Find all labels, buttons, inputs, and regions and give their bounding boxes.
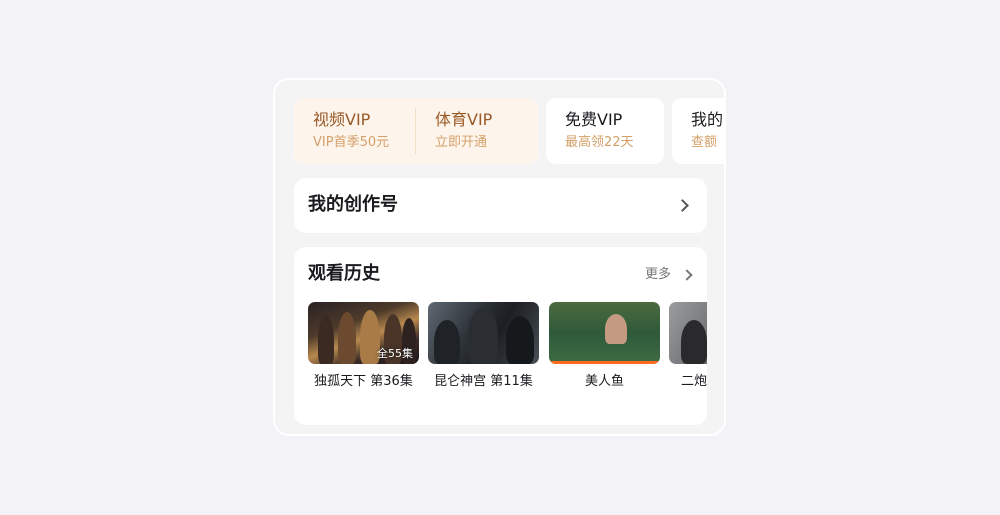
video-thumbnail — [669, 302, 707, 364]
sports-vip-title: 体育VIP — [435, 110, 493, 129]
vip-divider — [415, 108, 416, 154]
free-vip-button[interactable]: 免费VIP 最高领22天 — [546, 98, 664, 164]
profile-card: 视频VIP VIP首季50元 体育VIP 立即开通 免费VIP 最高领22天 我… — [273, 78, 726, 436]
my-vip-button[interactable]: 我的 查额 — [672, 98, 724, 164]
video-thumbnail — [549, 302, 660, 364]
watch-progress-bar — [549, 361, 660, 364]
history-item[interactable]: 美人鱼 — [549, 302, 660, 390]
history-list: 全55集 独孤天下 第36集 昆仑神宫 第11集 美人鱼 二炮 — [308, 302, 707, 402]
video-thumbnail: 全55集 — [308, 302, 419, 364]
video-vip-button[interactable]: 视频VIP VIP首季50元 — [313, 110, 389, 151]
video-vip-title: 视频VIP — [313, 110, 371, 129]
vip-row: 视频VIP VIP首季50元 体育VIP 立即开通 免费VIP 最高领22天 我… — [294, 98, 724, 164]
free-vip-title: 免费VIP — [565, 110, 623, 129]
video-title: 昆仑神宫 第11集 — [434, 374, 533, 389]
video-vip-subtitle: VIP首季50元 — [313, 135, 390, 150]
video-title: 美人鱼 — [584, 374, 624, 389]
my-creator-account-row[interactable]: 我的创作号 — [294, 178, 707, 233]
sports-vip-subtitle: 立即开通 — [435, 135, 488, 150]
video-thumbnail — [428, 302, 539, 364]
history-item[interactable]: 全55集 独孤天下 第36集 — [308, 302, 419, 390]
video-title: 独孤天下 第36集 — [314, 374, 413, 389]
more-button[interactable]: 更多 — [644, 265, 693, 285]
episode-count-badge: 全55集 — [377, 347, 413, 360]
chevron-right-icon — [681, 269, 693, 281]
watch-history-section: 观看历史 更多 全55集 独孤天下 第36集 昆仑神宫 第11集 美人鱼 二炮 — [294, 247, 707, 425]
creator-label: 我的创作号 — [308, 194, 398, 215]
sports-vip-button[interactable]: 体育VIP 立即开通 — [435, 110, 492, 151]
history-title: 观看历史 — [308, 263, 380, 284]
free-vip-subtitle: 最高领22天 — [565, 135, 634, 150]
my-vip-subtitle: 查额 — [691, 135, 718, 150]
chevron-right-icon — [676, 199, 689, 212]
history-item[interactable]: 二炮 — [669, 302, 707, 390]
video-title: 二炮 — [681, 374, 707, 389]
history-item[interactable]: 昆仑神宫 第11集 — [428, 302, 539, 390]
more-label: 更多 — [644, 267, 671, 282]
vip-pair: 视频VIP VIP首季50元 体育VIP 立即开通 — [294, 98, 538, 164]
my-vip-title: 我的 — [691, 110, 724, 129]
